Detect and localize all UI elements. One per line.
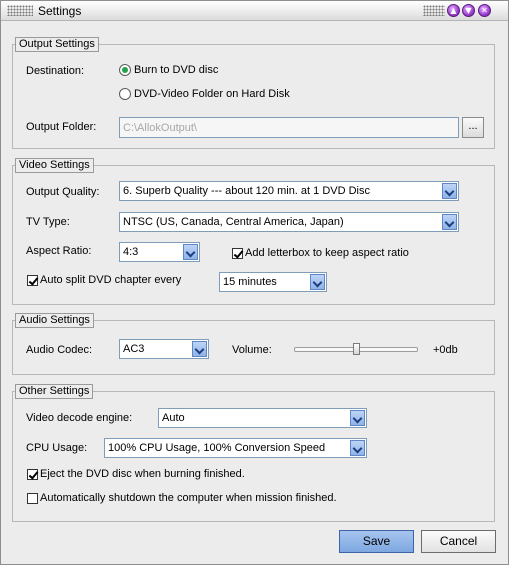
aspect-ratio-label: Aspect Ratio:: [26, 245, 92, 257]
cpu-usage-value: 100% CPU Usage, 100% Conversion Speed: [108, 442, 326, 454]
letterbox-checkbox[interactable]: [232, 248, 243, 259]
chevron-down-icon[interactable]: [442, 214, 457, 230]
tv-type-select[interactable]: NTSC (US, Canada, Central America, Japan…: [119, 212, 459, 232]
tv-type-value: NTSC (US, Canada, Central America, Japan…: [123, 216, 344, 228]
burn-dvd-label[interactable]: Burn to DVD disc: [134, 64, 218, 76]
destination-label: Destination:: [26, 65, 85, 77]
shutdown-label[interactable]: Automatically shutdown the computer when…: [40, 492, 337, 504]
chevron-down-icon[interactable]: [192, 341, 207, 357]
audio-codec-label: Audio Codec:: [26, 344, 93, 356]
aspect-ratio-select[interactable]: 4:3: [119, 242, 200, 262]
aspect-ratio-value: 4:3: [123, 246, 139, 258]
burn-dvd-radio[interactable]: [119, 64, 131, 76]
video-decode-select[interactable]: Auto: [158, 408, 367, 428]
tv-type-label: TV Type:: [26, 216, 70, 228]
cpu-usage-select[interactable]: 100% CPU Usage, 100% Conversion Speed: [104, 438, 367, 458]
output-folder-label: Output Folder:: [26, 121, 97, 133]
browse-button[interactable]: ...: [462, 117, 484, 138]
audio-codec-value: AC3: [123, 343, 145, 355]
auto-split-checkbox[interactable]: [27, 275, 38, 286]
cancel-button[interactable]: Cancel: [421, 530, 496, 553]
output-quality-value: 6. Superb Quality --- about 120 min. at …: [123, 185, 370, 197]
split-interval-select[interactable]: 15 minutes: [219, 272, 327, 292]
volume-label: Volume:: [232, 344, 272, 356]
title-grip-left: [7, 5, 33, 16]
other-settings-legend: Other Settings: [15, 384, 94, 399]
cpu-usage-label: CPU Usage:: [26, 442, 88, 454]
audio-settings-legend: Audio Settings: [15, 313, 94, 328]
chevron-down-icon[interactable]: [350, 410, 365, 426]
chevron-down-icon[interactable]: [350, 440, 365, 456]
split-interval-value: 15 minutes: [223, 276, 277, 288]
maximize-icon[interactable]: ▼: [462, 4, 475, 17]
dvd-folder-radio[interactable]: [119, 88, 131, 100]
dvd-folder-label[interactable]: DVD-Video Folder on Hard Disk: [134, 88, 290, 100]
eject-checkbox[interactable]: [27, 469, 38, 480]
eject-label[interactable]: Eject the DVD disc when burning finished…: [40, 468, 245, 480]
volume-value: +0db: [433, 344, 458, 356]
close-icon[interactable]: ✕: [478, 4, 491, 17]
output-folder-field[interactable]: [119, 117, 459, 138]
auto-split-label[interactable]: Auto split DVD chapter every: [40, 274, 181, 286]
video-decode-value: Auto: [162, 412, 185, 424]
audio-codec-select[interactable]: AC3: [119, 339, 209, 359]
chevron-down-icon[interactable]: [442, 183, 457, 199]
video-decode-label: Video decode engine:: [26, 412, 133, 424]
settings-window: Settings ▲ ▼ ✕ Output Settings Destinati…: [0, 0, 509, 565]
minimize-icon[interactable]: ▲: [447, 4, 460, 17]
volume-slider-handle[interactable]: [352, 343, 360, 355]
window-title: Settings: [38, 4, 82, 18]
video-settings-legend: Video Settings: [15, 158, 94, 173]
title-grip-right: [423, 5, 445, 16]
shutdown-checkbox[interactable]: [27, 493, 38, 504]
title-bar[interactable]: Settings ▲ ▼ ✕: [1, 1, 508, 21]
output-settings-legend: Output Settings: [15, 37, 99, 52]
save-button[interactable]: Save: [339, 530, 414, 553]
output-folder-input[interactable]: [120, 118, 458, 137]
output-quality-select[interactable]: 6. Superb Quality --- about 120 min. at …: [119, 181, 459, 201]
letterbox-label[interactable]: Add letterbox to keep aspect ratio: [245, 247, 409, 259]
chevron-down-icon[interactable]: [310, 274, 325, 290]
output-quality-label: Output Quality:: [26, 186, 100, 198]
chevron-down-icon[interactable]: [183, 244, 198, 260]
